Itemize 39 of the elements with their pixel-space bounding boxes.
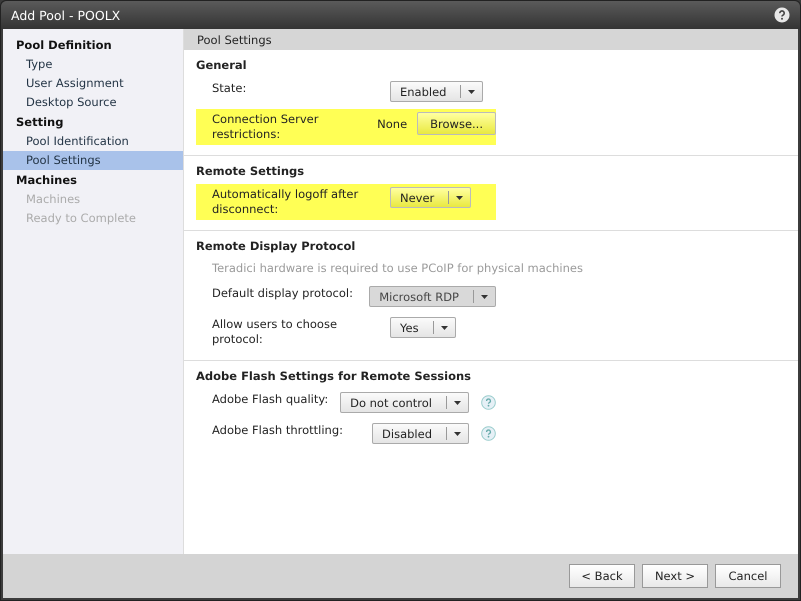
sidebar-item[interactable]: User Assignment	[3, 74, 183, 93]
cancel-button[interactable]: Cancel	[715, 564, 781, 588]
window-title: Add Pool - POOLX	[11, 8, 120, 22]
back-button[interactable]: < Back	[569, 564, 635, 588]
section-title: Remote Settings	[196, 164, 306, 178]
field-label: Connection Server restrictions:	[212, 112, 320, 142]
dropdown[interactable]: Yes	[390, 317, 456, 338]
dropdown[interactable]: Never	[390, 187, 472, 208]
browse-button[interactable]: Browse...	[417, 112, 496, 135]
help-icon[interactable]	[774, 7, 790, 23]
sidebar-heading: Setting	[15, 114, 64, 131]
field-label: Automatically logoff after disconnect:	[212, 187, 360, 217]
next-button[interactable]: Next >	[642, 564, 708, 588]
caret-icon	[456, 196, 464, 200]
section-title: General	[196, 58, 248, 72]
field-label: State:	[212, 81, 248, 96]
sidebar-item[interactable]: Pool Settings	[3, 151, 183, 170]
field-value: None	[377, 116, 408, 130]
sidebar-item[interactable]: Pool Identification	[3, 132, 183, 151]
sidebar-item[interactable]: Type	[3, 55, 183, 74]
sidebar-heading: Pool Definition	[15, 37, 113, 54]
field-label: Adobe Flash quality:	[212, 392, 330, 407]
section-title: Remote Display Protocol	[196, 239, 356, 253]
caret-icon	[454, 432, 461, 436]
dropdown[interactable]: Disabled	[372, 423, 469, 444]
caret-icon	[481, 294, 488, 298]
caret-icon	[468, 90, 476, 94]
sidebar-heading: Machines	[15, 172, 78, 189]
dropdown[interactable]: Enabled	[390, 81, 484, 102]
caret-icon	[440, 326, 448, 330]
field-label: Default display protocol:	[212, 286, 354, 301]
caret-icon	[454, 400, 461, 404]
field-label: Allow users to choose protocol:	[212, 317, 338, 347]
field-label: Adobe Flash throttling:	[212, 423, 344, 438]
panel-header: Pool Settings	[184, 29, 798, 50]
info-text: Teradici hardware is required to use PCoIP for physical machines	[211, 260, 584, 277]
section-title: Adobe Flash Settings for Remote Sessions	[196, 369, 472, 383]
dropdown[interactable]: Do not control	[340, 392, 469, 413]
sidebar-item[interactable]: Desktop Source	[3, 93, 183, 112]
